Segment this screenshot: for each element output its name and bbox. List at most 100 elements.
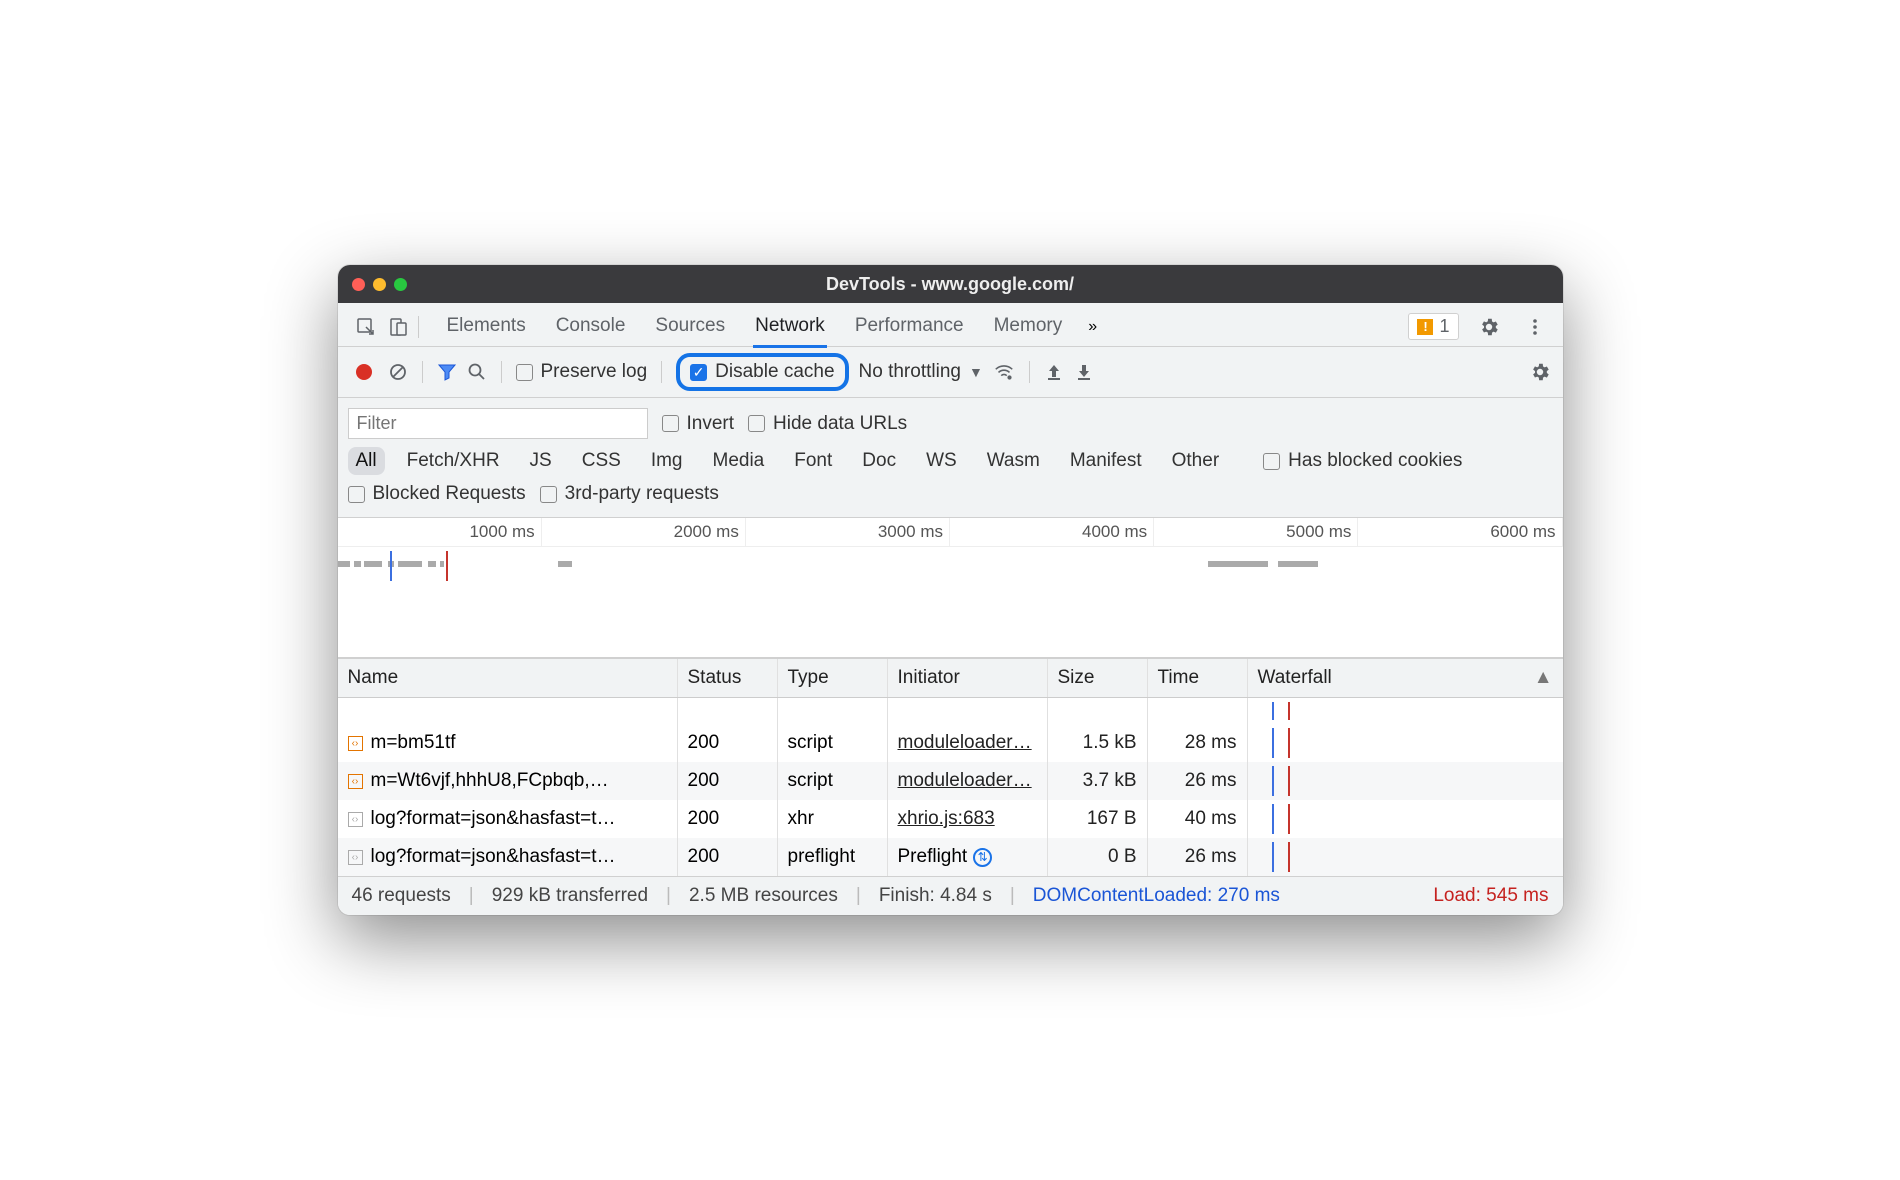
table-row[interactable]: ‹›m=bm51tf200scriptmoduleloader…1.5 kB28…: [338, 724, 1563, 762]
tab-performance[interactable]: Performance: [853, 307, 966, 347]
timeline-tick: 5000 ms: [1154, 518, 1358, 546]
request-type: preflight: [778, 838, 888, 876]
request-size: 167 B: [1048, 800, 1148, 838]
filter-type-fetch-xhr[interactable]: Fetch/XHR: [399, 447, 508, 475]
panel-settings-icon[interactable]: [1529, 361, 1551, 383]
filter-type-css[interactable]: CSS: [574, 447, 629, 475]
invert-label: Invert: [687, 413, 735, 435]
filter-type-font[interactable]: Font: [786, 447, 840, 475]
filter-type-media[interactable]: Media: [705, 447, 773, 475]
separator: [661, 361, 662, 383]
request-waterfall: [1248, 838, 1563, 876]
disable-cache-highlight: ✓Disable cache: [676, 353, 848, 391]
tab-memory[interactable]: Memory: [992, 307, 1065, 347]
file-icon: ‹›: [348, 850, 363, 865]
col-initiator[interactable]: Initiator: [888, 659, 1048, 697]
filter-type-wasm[interactable]: Wasm: [979, 447, 1048, 475]
issues-badge[interactable]: ! 1: [1408, 313, 1458, 340]
sort-caret-icon: ▲: [1534, 667, 1553, 689]
filter-icon[interactable]: [437, 362, 457, 382]
filter-type-img[interactable]: Img: [643, 447, 691, 475]
download-har-icon[interactable]: [1074, 362, 1094, 382]
timeline-tick: 2000 ms: [542, 518, 746, 546]
request-initiator[interactable]: moduleloader…: [888, 724, 1048, 762]
filter-input[interactable]: [348, 408, 648, 439]
settings-icon[interactable]: [1473, 311, 1505, 343]
request-initiator[interactable]: xhrio.js:683: [888, 800, 1048, 838]
file-icon: ‹›: [348, 736, 363, 751]
blocked-requests-checkbox[interactable]: Blocked Requests: [348, 483, 526, 505]
waterfall-label: Waterfall: [1258, 667, 1332, 689]
throttling-label: No throttling: [859, 361, 961, 383]
disable-cache-checkbox[interactable]: ✓Disable cache: [690, 361, 834, 383]
clear-icon[interactable]: [388, 362, 408, 382]
window-title: DevTools - www.google.com/: [338, 274, 1563, 295]
table-header: Name Status Type Initiator Size Time Wat…: [338, 658, 1563, 698]
status-finish: Finish: 4.84 s: [879, 885, 992, 907]
request-type: script: [778, 762, 888, 800]
filter-type-doc[interactable]: Doc: [854, 447, 904, 475]
col-waterfall[interactable]: Waterfall ▲: [1248, 659, 1563, 697]
search-icon[interactable]: [467, 362, 487, 382]
request-size: 0 B: [1048, 838, 1148, 876]
table-row-gap: [338, 698, 1563, 724]
filter-type-all[interactable]: All: [348, 447, 385, 475]
inspect-icon[interactable]: [350, 311, 382, 343]
table-row[interactable]: ‹›log?format=json&hasfast=t…200preflight…: [338, 838, 1563, 876]
timeline-tick: 4000 ms: [950, 518, 1154, 546]
has-blocked-cookies-checkbox[interactable]: Has blocked cookies: [1263, 450, 1462, 472]
filter-type-manifest[interactable]: Manifest: [1062, 447, 1150, 475]
filter-type-ws[interactable]: WS: [918, 447, 965, 475]
hide-data-urls-checkbox[interactable]: Hide data URLs: [748, 413, 907, 435]
tab-console[interactable]: Console: [554, 307, 628, 347]
tabs-overflow[interactable]: »: [1086, 310, 1099, 344]
col-time[interactable]: Time: [1148, 659, 1248, 697]
col-status[interactable]: Status: [678, 659, 778, 697]
file-icon: ‹›: [348, 774, 363, 789]
status-bar: 46 requests| 929 kB transferred| 2.5 MB …: [338, 876, 1563, 915]
col-type[interactable]: Type: [778, 659, 888, 697]
fullscreen-window-button[interactable]: [394, 278, 407, 291]
request-time: 26 ms: [1148, 762, 1248, 800]
tab-elements[interactable]: Elements: [445, 307, 528, 347]
preserve-log-label: Preserve log: [541, 361, 648, 383]
table-row[interactable]: ‹›m=Wt6vjf,hhhU8,FCpbqb,…200scriptmodule…: [338, 762, 1563, 800]
tab-sources[interactable]: Sources: [653, 307, 727, 347]
preserve-log-checkbox[interactable]: Preserve log: [516, 361, 648, 383]
request-status: 200: [678, 724, 778, 762]
tab-network[interactable]: Network: [753, 307, 827, 348]
titlebar: DevTools - www.google.com/: [338, 265, 1563, 303]
filter-type-js[interactable]: JS: [522, 447, 560, 475]
disable-cache-label: Disable cache: [715, 361, 834, 383]
col-name[interactable]: Name: [338, 659, 678, 697]
device-toggle-icon[interactable]: [382, 311, 414, 343]
filter-bar: Invert Hide data URLs All Fetch/XHR JS CSS I…: [338, 398, 1563, 518]
third-party-checkbox[interactable]: 3rd-party requests: [540, 483, 719, 505]
request-time: 40 ms: [1148, 800, 1248, 838]
filter-type-other[interactable]: Other: [1164, 447, 1228, 475]
request-type: script: [778, 724, 888, 762]
more-icon[interactable]: [1519, 311, 1551, 343]
request-waterfall: [1248, 800, 1563, 838]
throttling-dropdown[interactable]: No throttling ▼: [859, 361, 983, 383]
file-icon: ‹›: [348, 812, 363, 827]
request-name: m=Wt6vjf,hhhU8,FCpbqb,…: [371, 770, 609, 792]
minimize-window-button[interactable]: [373, 278, 386, 291]
separator: [422, 361, 423, 383]
request-name: log?format=json&hasfast=t…: [371, 808, 616, 830]
invert-checkbox[interactable]: Invert: [662, 413, 735, 435]
record-button[interactable]: [356, 364, 372, 380]
request-time: 28 ms: [1148, 724, 1248, 762]
third-party-label: 3rd-party requests: [565, 483, 719, 505]
request-name: log?format=json&hasfast=t…: [371, 846, 616, 868]
network-conditions-icon[interactable]: [993, 361, 1015, 383]
timeline-tick: 1000 ms: [338, 518, 542, 546]
table-row[interactable]: ‹›log?format=json&hasfast=t…200xhrxhrio.…: [338, 800, 1563, 838]
close-window-button[interactable]: [352, 278, 365, 291]
timeline-tick: 3000 ms: [746, 518, 950, 546]
upload-har-icon[interactable]: [1044, 362, 1064, 382]
main-tabbar: Elements Console Sources Network Performance…: [338, 303, 1563, 347]
col-size[interactable]: Size: [1048, 659, 1148, 697]
request-initiator[interactable]: moduleloader…: [888, 762, 1048, 800]
timeline-overview[interactable]: 1000 ms2000 ms3000 ms4000 ms5000 ms6000 …: [338, 518, 1563, 658]
